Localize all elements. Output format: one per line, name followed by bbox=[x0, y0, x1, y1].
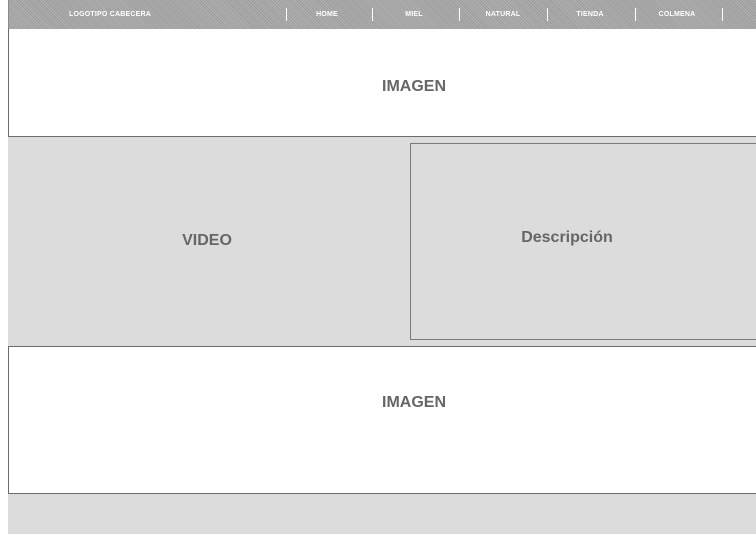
nav-item-natural[interactable]: NATURAL bbox=[486, 10, 521, 19]
header-logo[interactable]: LOGOTIPO CABECERA bbox=[69, 10, 151, 19]
video-placeholder-label[interactable]: VIDEO bbox=[182, 232, 232, 250]
nav-item-home[interactable]: HOME bbox=[316, 10, 338, 19]
nav-item-colmena[interactable]: COLMENA bbox=[659, 10, 696, 19]
nav-separator bbox=[372, 8, 373, 21]
nav-item-miel[interactable]: MIEL bbox=[405, 10, 423, 19]
top-image-placeholder: IMAGEN bbox=[8, 29, 756, 137]
description-label: Descripción bbox=[521, 229, 613, 246]
top-image-label: IMAGEN bbox=[382, 78, 446, 95]
footer-section bbox=[8, 494, 756, 534]
bottom-image-label: IMAGEN bbox=[382, 394, 446, 411]
description-panel: Descripción bbox=[410, 143, 756, 340]
top-navigation-bar: LOGOTIPO CABECERA HOME MIEL NATURAL TIEN… bbox=[8, 0, 756, 30]
wireframe-page: LOGOTIPO CABECERA HOME MIEL NATURAL TIEN… bbox=[0, 0, 756, 534]
nav-separator bbox=[286, 8, 287, 21]
nav-separator bbox=[722, 8, 723, 21]
nav-separator bbox=[547, 8, 548, 21]
nav-item-tienda[interactable]: TIENDA bbox=[576, 10, 603, 19]
bottom-image-placeholder: IMAGEN bbox=[8, 346, 756, 494]
nav-separator bbox=[459, 8, 460, 21]
nav-separator bbox=[635, 8, 636, 21]
